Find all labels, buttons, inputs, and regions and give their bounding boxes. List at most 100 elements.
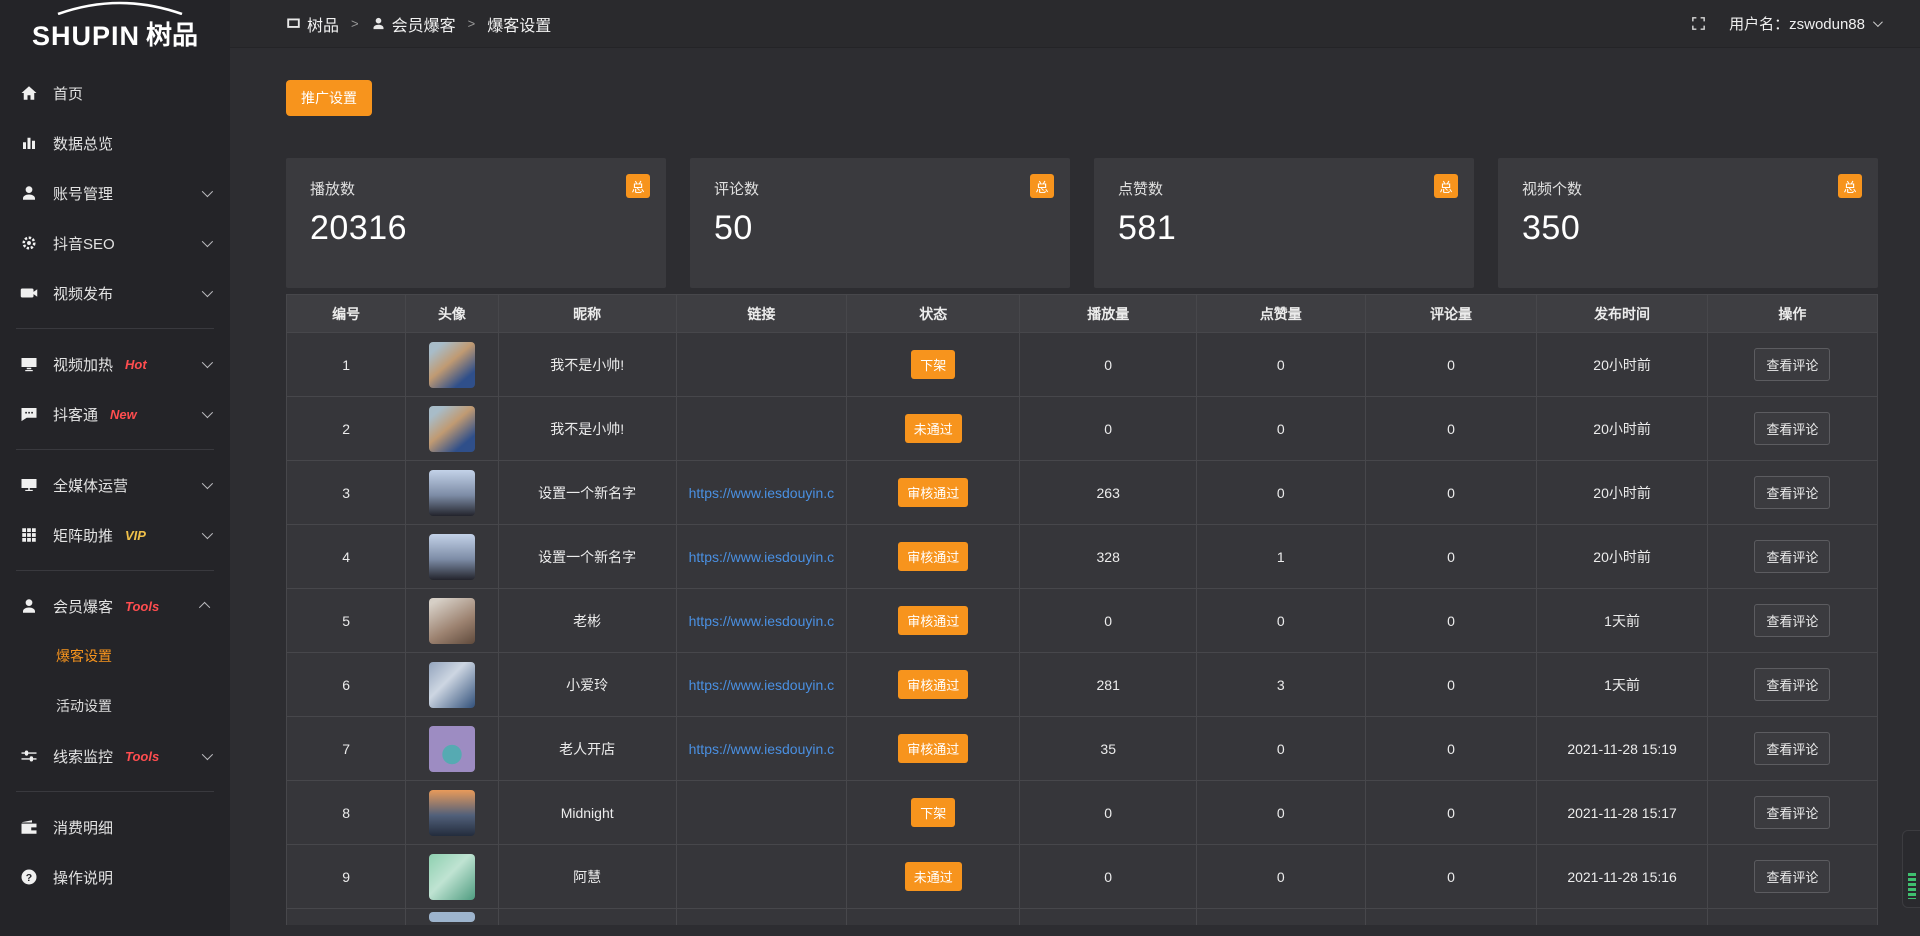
cell-nickname: 老人开店 [498, 717, 676, 781]
sidebar-item-douketong[interactable]: 抖客通 New [0, 389, 230, 439]
cell-plays: 0 [1020, 397, 1197, 461]
sidebar-item-label: 首页 [53, 83, 83, 104]
sidebar-subitem-活动设置[interactable]: 活动设置 [0, 681, 230, 731]
chevron-down-icon [202, 286, 213, 297]
user-menu[interactable]: 用户名：zswodun88 [1729, 13, 1880, 34]
table-row: 3 设置一个新名字 https://www.iesdouyin.c 审核通过 2… [287, 461, 1878, 525]
cell-comments: 0 [1365, 589, 1537, 653]
view-comments-button[interactable]: 查看评论 [1754, 540, 1830, 573]
video-icon [20, 284, 38, 302]
sidebar-item-publish[interactable]: 视频发布 [0, 268, 230, 318]
column-header-链接: 链接 [676, 295, 846, 333]
profile-link[interactable]: https://www.iesdouyin.c [689, 485, 835, 501]
sidebar-item-clue[interactable]: 线索监控 Tools [0, 731, 230, 781]
view-comments-button[interactable]: 查看评论 [1754, 796, 1830, 829]
table-header-row: 编号头像昵称链接状态播放量点赞量评论量发布时间操作 [287, 295, 1878, 333]
gear-icon [20, 234, 38, 252]
sidebar-item-label: 矩阵助推 [53, 525, 113, 546]
view-comments-button[interactable]: 查看评论 [1754, 348, 1830, 381]
sidebar-item-label: 抖音SEO [53, 233, 115, 254]
cell-likes: 1 [1197, 525, 1366, 589]
sidebar-item-heat[interactable]: 视频加热 Hot [0, 339, 230, 389]
cell-comments: 0 [1365, 781, 1537, 845]
breadcrumb-item-树品[interactable]: 树品 [286, 12, 339, 36]
sidebar-item-help[interactable]: ? 操作说明 [0, 852, 230, 902]
table-row: 6 小爱玲 https://www.iesdouyin.c 审核通过 281 3… [287, 653, 1878, 717]
table-row: 4 设置一个新名字 https://www.iesdouyin.c 审核通过 3… [287, 525, 1878, 589]
sidebar-item-overview[interactable]: 数据总览 [0, 118, 230, 168]
sidebar-item-media[interactable]: 全媒体运营 [0, 460, 230, 510]
cell-id: 5 [287, 589, 406, 653]
sidebar-item-matrix[interactable]: 矩阵助推 VIP [0, 510, 230, 560]
sidebar-item-account[interactable]: 账号管理 [0, 168, 230, 218]
stat-card-value: 581 [1118, 209, 1450, 248]
promo-settings-button[interactable]: 推广设置 [286, 80, 372, 116]
breadcrumb-label: 爆客设置 [487, 12, 551, 36]
total-badge: 总 [1434, 174, 1458, 198]
stat-cards: 播放数 总 20316 评论数 总 50 点赞数 总 581 视频个数 总 35… [286, 158, 1878, 288]
view-comments-button[interactable]: 查看评论 [1754, 604, 1830, 637]
sidebar-item-home[interactable]: 首页 [0, 68, 230, 118]
sidebar-item-member[interactable]: 会员爆客 Tools [0, 581, 230, 631]
sidebar-item-label: 消费明细 [53, 817, 113, 838]
status-badge: 审核通过 [898, 734, 968, 763]
table-row: 2 我不是小帅! 未通过 0 0 0 20小时前 查看评论 [287, 397, 1878, 461]
cell-likes: 0 [1197, 845, 1366, 909]
fullscreen-icon[interactable] [1690, 15, 1707, 32]
cell-likes: 0 [1197, 461, 1366, 525]
sidebar-item-label: 操作说明 [53, 867, 113, 888]
cell-id: 1 [287, 333, 406, 397]
cell-comments: 0 [1365, 845, 1537, 909]
member-table: 编号头像昵称链接状态播放量点赞量评论量发布时间操作 1 我不是小帅! 下架 0 … [286, 294, 1878, 925]
breadcrumb-item-会员爆客[interactable]: 会员爆客 [371, 12, 456, 36]
status-badge: 下架 [911, 798, 955, 827]
view-comments-button[interactable]: 查看评论 [1754, 476, 1830, 509]
column-header-昵称: 昵称 [498, 295, 676, 333]
view-comments-button[interactable]: 查看评论 [1754, 860, 1830, 893]
sidebar-subitem-label: 活动设置 [56, 696, 112, 716]
sidebar-item-seo[interactable]: 抖音SEO [0, 218, 230, 268]
chevron-down-icon [202, 478, 213, 489]
sidebar-subitem-爆客设置[interactable]: 爆客设置 [0, 631, 230, 681]
total-badge: 总 [626, 174, 650, 198]
app-logo: SHUPIN 树品 [0, 0, 230, 56]
cell-plays: 263 [1020, 461, 1197, 525]
view-comments-button[interactable]: 查看评论 [1754, 412, 1830, 445]
cell-comments: 0 [1365, 717, 1537, 781]
cell-likes: 0 [1197, 397, 1366, 461]
cell-likes: 0 [1197, 781, 1366, 845]
profile-link[interactable]: https://www.iesdouyin.c [689, 613, 835, 629]
sidebar-item-label: 视频发布 [53, 283, 113, 304]
cell-id [287, 909, 406, 925]
stat-card-value: 350 [1522, 209, 1854, 248]
profile-link[interactable]: https://www.iesdouyin.c [689, 549, 835, 565]
column-header-发布时间: 发布时间 [1537, 295, 1707, 333]
avatar [429, 912, 475, 922]
cell-publish-time: 2021-11-28 15:17 [1537, 781, 1707, 845]
sidebar-divider [16, 570, 214, 571]
sidebar-item-consume[interactable]: 消费明细 [0, 802, 230, 852]
floating-widget[interactable] [1902, 830, 1920, 908]
table-row: 7 老人开店 https://www.iesdouyin.c 审核通过 35 0… [287, 717, 1878, 781]
status-badge: 审核通过 [898, 606, 968, 635]
view-comments-button[interactable]: 查看评论 [1754, 732, 1830, 765]
chevron-down-icon [202, 357, 213, 368]
chevron-up-icon [199, 602, 210, 613]
column-header-状态: 状态 [847, 295, 1020, 333]
cell-plays: 0 [1020, 845, 1197, 909]
sidebar-item-label: 会员爆客 [53, 596, 113, 617]
column-header-编号: 编号 [287, 295, 406, 333]
stat-card-label: 视频个数 [1522, 178, 1854, 199]
view-comments-button[interactable]: 查看评论 [1754, 668, 1830, 701]
sidebar-subitem-label: 爆客设置 [56, 646, 112, 666]
cell-id: 3 [287, 461, 406, 525]
profile-link[interactable]: https://www.iesdouyin.c [689, 677, 835, 693]
profile-link[interactable]: https://www.iesdouyin.c [689, 741, 835, 757]
cell-publish-time: 2021-11-28 15:19 [1537, 717, 1707, 781]
monitor-play-icon [20, 355, 38, 373]
monitor-icon [20, 476, 38, 494]
sidebar-divider [16, 449, 214, 450]
table-row: 1 我不是小帅! 下架 0 0 0 20小时前 查看评论 [287, 333, 1878, 397]
avatar [429, 790, 475, 836]
home-icon [20, 84, 38, 102]
